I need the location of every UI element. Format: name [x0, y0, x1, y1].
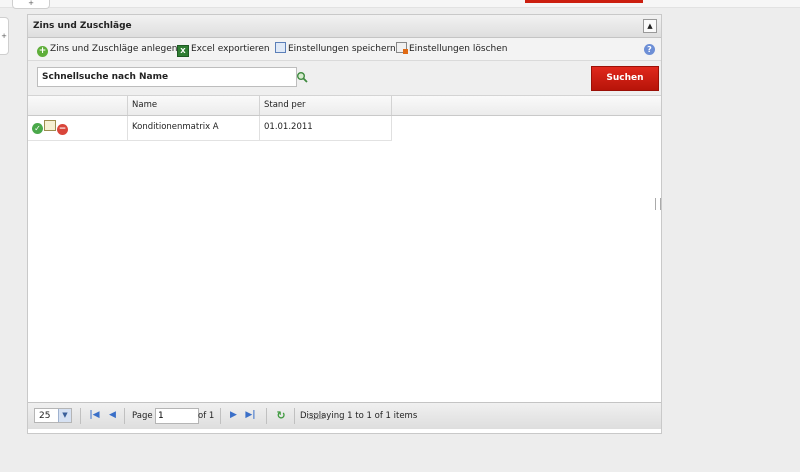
active-tab-indicator[interactable] — [525, 0, 643, 3]
add-button[interactable]: + Zins und Zuschläge anlegen — [37, 42, 178, 57]
top-tab-handle[interactable]: + — [12, 0, 50, 9]
pager-separator — [124, 408, 125, 424]
quick-search-bar: Suchen — [28, 61, 661, 96]
add-icon: + — [37, 46, 48, 57]
delete-settings-button[interactable]: Einstellungen löschen — [396, 42, 507, 56]
cell-stand-per: 01.01.2011 — [260, 116, 392, 140]
save-settings-button[interactable]: Einstellungen speichern — [275, 42, 396, 56]
panel-resize-grip[interactable] — [308, 414, 324, 419]
search-icon[interactable] — [296, 71, 308, 83]
panel-title: Zins und Zuschläge — [33, 21, 132, 31]
vertical-resize-handle[interactable] — [655, 198, 661, 210]
last-page-icon[interactable]: ▶| — [245, 409, 256, 421]
column-header-stand-per[interactable]: Stand per — [260, 96, 392, 115]
refresh-icon[interactable]: ↻ — [274, 409, 288, 422]
cell-name: Konditionenmatrix A — [128, 116, 260, 140]
row-actions: ✓ − — [28, 116, 128, 140]
search-button[interactable]: Suchen — [591, 66, 659, 91]
toolbar: + Zins und Zuschläge anlegen X Excel expor… — [28, 38, 661, 61]
first-page-icon[interactable]: |◀ — [89, 409, 100, 421]
previous-page-icon[interactable]: ◀ — [107, 409, 118, 421]
pager-separator — [294, 408, 295, 424]
plus-icon: + — [1, 32, 7, 40]
delete-settings-label: Einstellungen löschen — [409, 44, 508, 54]
delete-icon[interactable]: − — [57, 124, 68, 135]
settings-delete-icon — [396, 42, 408, 54]
page-size-select[interactable]: 25 ▼ — [34, 408, 72, 423]
pager-separator — [220, 408, 221, 424]
edit-icon[interactable] — [44, 120, 56, 131]
collapse-icon[interactable]: ▲ — [643, 19, 657, 33]
check-icon[interactable]: ✓ — [32, 123, 43, 134]
page-count-label: of 1 — [198, 411, 215, 421]
grid-header: Name Stand per — [28, 96, 661, 116]
column-header-name[interactable]: Name — [128, 96, 260, 115]
add-button-label: Zins und Zuschläge anlegen — [50, 44, 178, 54]
table-row[interactable]: ✓ − Konditionenmatrix A 01.01.2011 — [28, 116, 392, 141]
chevron-down-icon[interactable]: ▼ — [58, 409, 71, 422]
side-expand-handle[interactable]: + — [0, 17, 9, 55]
save-settings-label: Einstellungen speichern — [288, 44, 396, 54]
quick-search-input[interactable] — [37, 67, 297, 87]
pager-separator — [80, 408, 81, 424]
page-size-value: 25 — [39, 411, 51, 421]
pagination-bar: 25 ▼ |◀ ◀ Page of 1 ▶ ▶| ↻ Displaying 1 … — [28, 402, 661, 429]
settings-save-icon — [275, 42, 286, 53]
pager-separator — [266, 408, 267, 424]
page-number-input[interactable] — [155, 408, 199, 424]
panel-header: Zins und Zuschläge ▲ — [28, 15, 661, 38]
column-header-actions[interactable] — [28, 96, 128, 115]
excel-export-label: Excel exportieren — [191, 44, 270, 54]
next-page-icon[interactable]: ▶ — [228, 409, 239, 421]
excel-icon: X — [177, 45, 189, 57]
zins-panel: Zins und Zuschläge ▲ + Zins und Zuschläge… — [27, 14, 662, 434]
page-label: Page — [132, 411, 153, 421]
top-bar — [0, 0, 800, 8]
plus-icon: + — [28, 0, 34, 7]
help-icon[interactable]: ? — [644, 44, 655, 55]
excel-export-button[interactable]: X Excel exportieren — [177, 42, 270, 57]
